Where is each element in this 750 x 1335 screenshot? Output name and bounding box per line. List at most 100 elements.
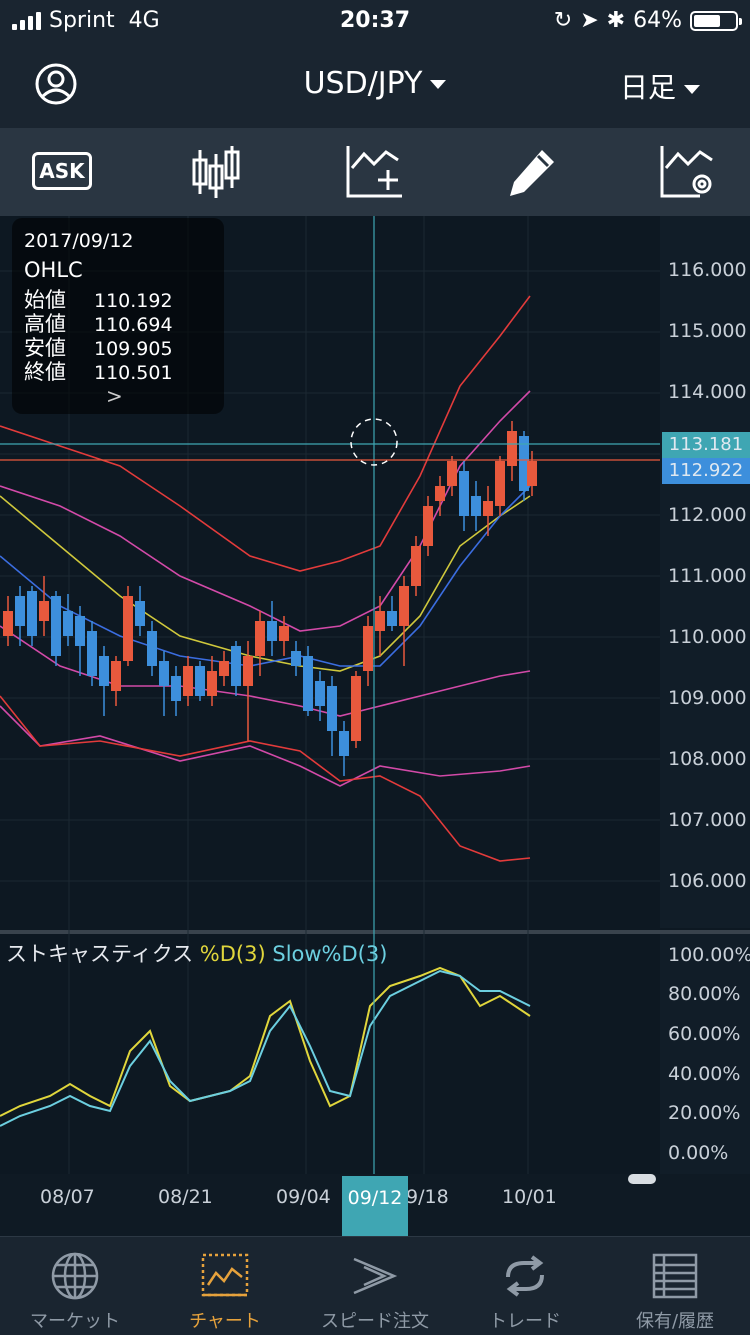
price-axis-label: 110.000 [668, 626, 747, 648]
candle-body [63, 611, 73, 636]
candle-body [87, 631, 97, 676]
chart-toolbar: ASK [0, 128, 750, 216]
date-axis-label: 09/04 [276, 1186, 331, 1208]
candle-body [291, 651, 301, 666]
ohlc-info-panel[interactable]: 2017/09/12 OHLC 始値 110.192 高値 110.694 安値 10… [12, 218, 224, 414]
stoch-axis-label: 80.00% [668, 983, 741, 1005]
lower-band-2 [0, 695, 531, 862]
candle-body [99, 656, 109, 686]
battery-percent: 64% [633, 8, 682, 33]
ohlc-value: 110.501 [94, 362, 173, 384]
candle-body [123, 596, 133, 661]
bottom-tab-bar: マーケット チャート スピード注文 トレード 保有/履歴 [0, 1236, 750, 1335]
bid-price-tag: 112.922 [662, 458, 750, 484]
stoch-axis-label: 60.00% [668, 1023, 741, 1045]
price-axis-label: 111.000 [668, 565, 747, 587]
speed-order-icon [353, 1257, 398, 1295]
location-icon: ➤ [580, 8, 599, 33]
candle-body [219, 661, 229, 676]
candle-body [15, 596, 25, 626]
add-indicator-icon[interactable] [342, 142, 406, 202]
price-axis-label: 108.000 [668, 748, 747, 770]
ask-price-tag: 113.181 [662, 432, 750, 458]
tab-label: スピード注文 [321, 1311, 429, 1332]
tab-speed-order[interactable]: スピード注文 [300, 1237, 450, 1335]
globe-icon [51, 1252, 99, 1300]
candlesticks [3, 421, 537, 776]
chevron-right-icon[interactable]: > [106, 384, 123, 408]
status-right: ↻ ➤ ✱ 64% [554, 8, 742, 33]
status-bar: Sprint 4G 20:37 ↻ ➤ ✱ 64% [0, 0, 750, 44]
date-axis-label: 08/21 [158, 1186, 213, 1208]
ohlc-date: 2017/09/12 [24, 230, 134, 252]
candle-body [447, 461, 457, 486]
candle-body [495, 461, 505, 506]
indicator-settings-icon[interactable] [656, 142, 720, 202]
stochastic-name: ストキャスティクス [6, 942, 194, 966]
chevron-down-icon [430, 80, 447, 89]
tab-market[interactable]: マーケット [0, 1237, 150, 1335]
candle-body [135, 601, 145, 626]
candle-body [111, 661, 121, 691]
tab-label: マーケット [30, 1311, 120, 1332]
period-selector[interactable]: 日足 [620, 66, 700, 106]
list-icon [652, 1253, 698, 1299]
stoch-axis-label: 40.00% [668, 1063, 741, 1085]
stoch-axis-label: 20.00% [668, 1102, 741, 1124]
drawing-pen-icon[interactable] [502, 142, 566, 202]
candle-body [75, 616, 85, 646]
stoch-slow-line [0, 969, 531, 1127]
battery-icon [690, 10, 742, 31]
stoch-axis-label: 0.00% [668, 1142, 729, 1164]
chart-icon [201, 1253, 249, 1297]
candle-body [3, 611, 13, 636]
candle-body [399, 586, 409, 626]
price-axis-label: 109.000 [668, 687, 747, 709]
candle-body [159, 661, 169, 686]
tab-label: チャート [189, 1311, 261, 1332]
date-axis-label: 10/01 [502, 1186, 557, 1208]
upper-band-1 [0, 390, 531, 632]
price-axis-label: 107.000 [668, 809, 747, 831]
price-axis-label: 115.000 [668, 320, 747, 342]
price-axis-label: 114.000 [668, 381, 747, 403]
scroll-handle[interactable] [628, 1174, 656, 1184]
tab-trade[interactable]: トレード [450, 1237, 600, 1335]
trade-arrows-icon [506, 1255, 544, 1297]
candle-body [387, 611, 397, 626]
stochastic-slow-label: Slow%D(3) [272, 942, 388, 966]
ohlc-row-close: 終値 110.501 [24, 356, 204, 386]
tab-label: 保有/履歴 [635, 1311, 715, 1332]
candle-body [303, 656, 313, 711]
stochastic-title: ストキャスティクス %D(3) Slow%D(3) [6, 938, 387, 968]
tab-chart[interactable]: チャート [150, 1237, 300, 1335]
candle-body [183, 666, 193, 696]
selected-date-marker[interactable]: 09/12 [342, 1176, 408, 1236]
candle-body [255, 621, 265, 656]
candle-body [375, 611, 385, 631]
candle-body [459, 471, 469, 516]
candle-body [171, 676, 181, 701]
stochastic-panel [0, 966, 531, 1127]
stochastic-d-label: %D(3) [199, 942, 266, 966]
candle-body [507, 431, 517, 466]
app-header: USD/JPY 日足 [0, 44, 750, 128]
candlestick-type-icon[interactable] [186, 142, 250, 202]
candle-body [315, 681, 325, 706]
candle-body [423, 506, 433, 546]
candle-body [243, 656, 253, 686]
ohlc-heading: OHLC [24, 258, 83, 282]
candle-body [483, 501, 493, 516]
candle-body [51, 596, 61, 656]
tab-holdings-history[interactable]: 保有/履歴 [600, 1237, 750, 1335]
ask-button[interactable]: ASK [32, 152, 92, 190]
stoch-axis-label: 100.00% [668, 944, 750, 966]
date-axis-label: 9/18 [406, 1186, 449, 1208]
price-axis-label: 112.000 [668, 504, 747, 526]
battery-fill [694, 14, 720, 27]
lower-band-1b [0, 705, 531, 787]
candle-body [327, 686, 337, 731]
price-axis-label: 116.000 [668, 259, 747, 281]
price-axis-label: 106.000 [668, 870, 747, 892]
candle-body [267, 621, 277, 641]
